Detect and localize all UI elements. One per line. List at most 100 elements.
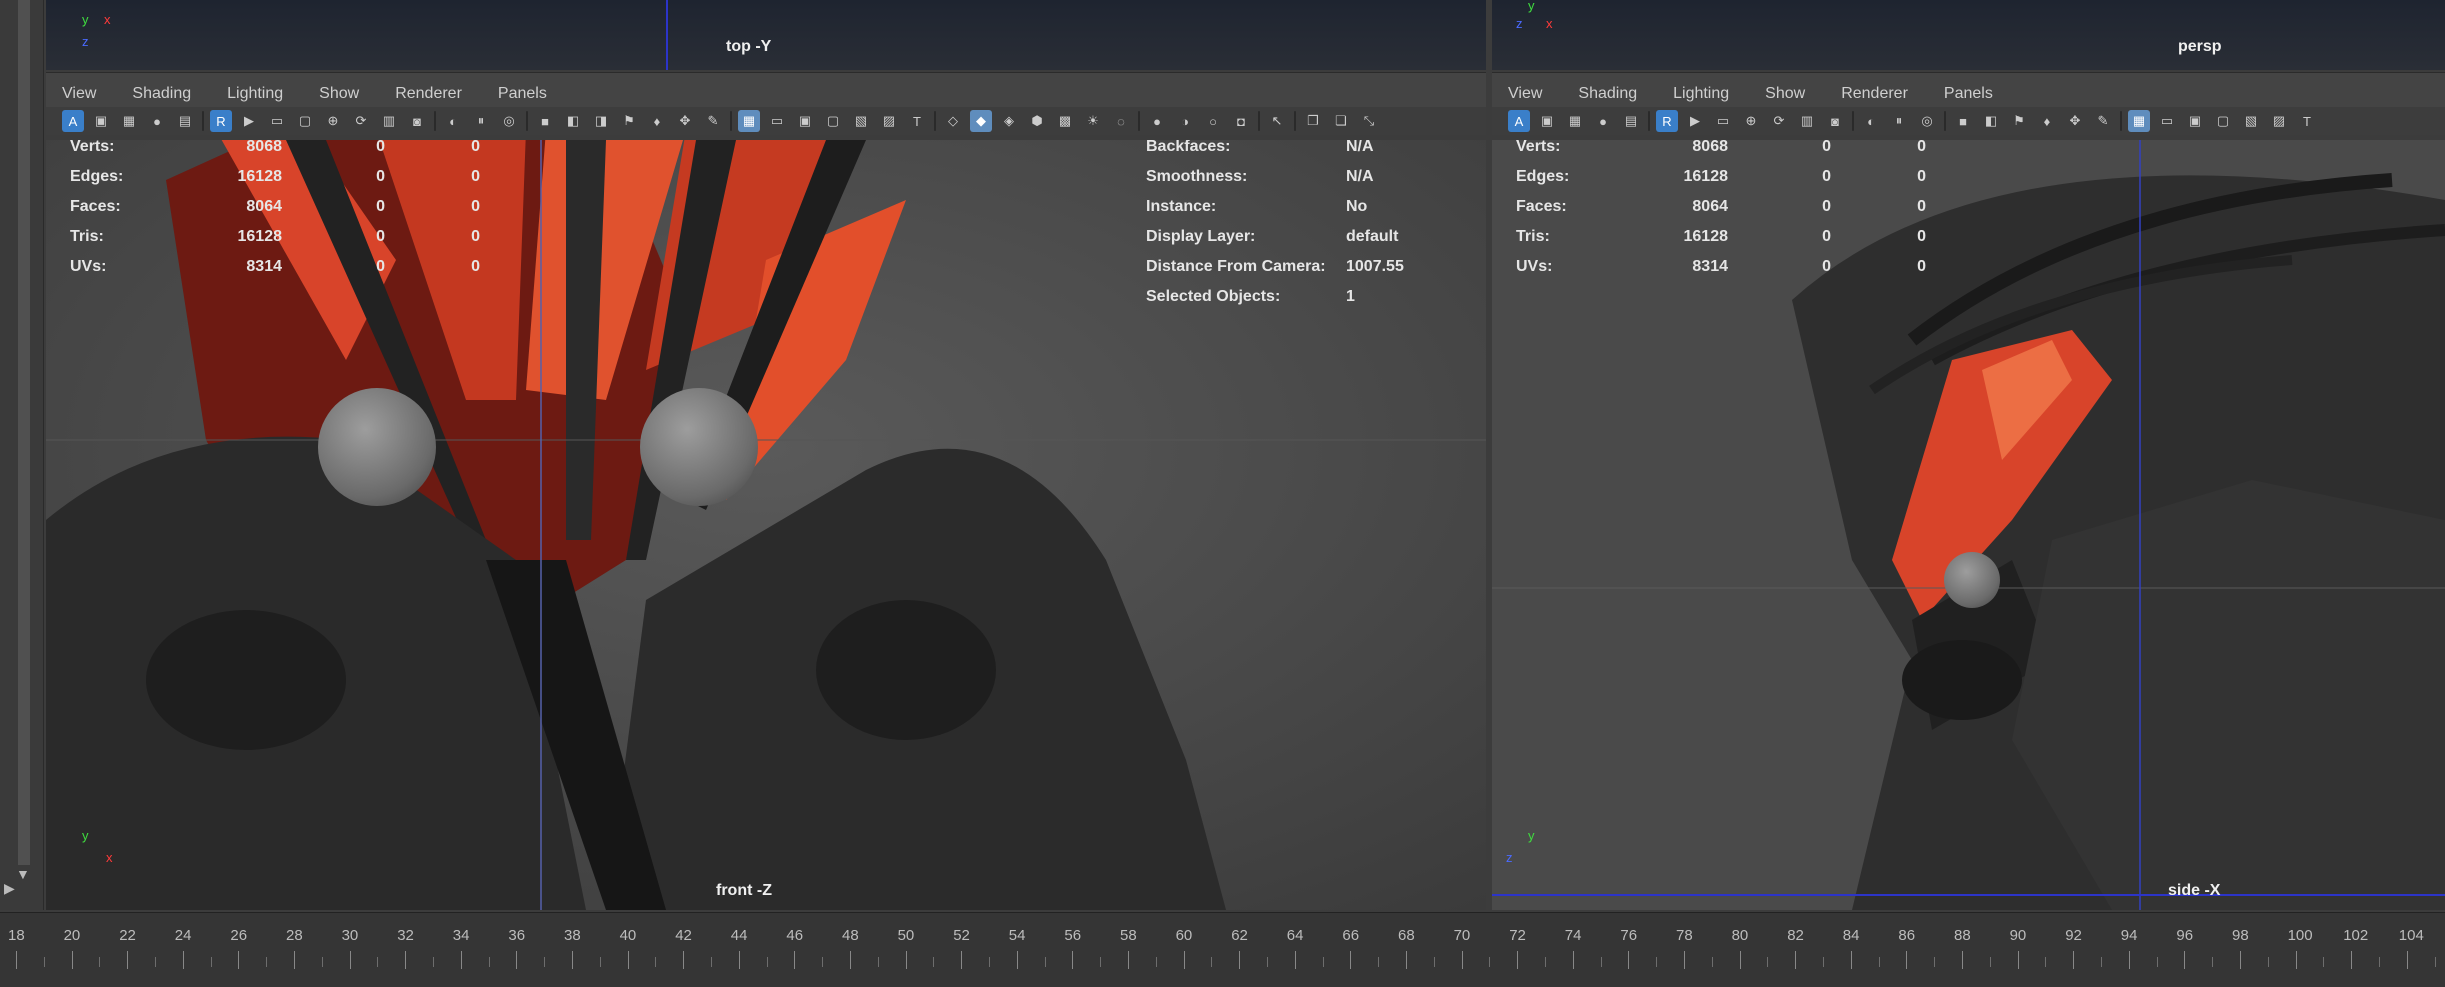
sphere-icon[interactable]: ● [1592, 110, 1614, 132]
safe-action-icon[interactable]: ▨ [2268, 110, 2290, 132]
resolution-gate-icon[interactable]: ▣ [794, 110, 816, 132]
gate-mask-icon[interactable]: ▢ [822, 110, 844, 132]
isolate-icon[interactable]: ◎ [1916, 110, 1938, 132]
menu-shading[interactable]: Shading [132, 85, 191, 103]
gate-mask-icon[interactable]: ▢ [2212, 110, 2234, 132]
gate-icon[interactable]: ▭ [266, 110, 288, 132]
safe-action-icon[interactable]: ▨ [878, 110, 900, 132]
field-chart-icon[interactable]: ▧ [2240, 110, 2262, 132]
film-icon[interactable]: ▤ [1620, 110, 1642, 132]
tool-icon[interactable]: ◐ [442, 110, 464, 132]
menu-show[interactable]: Show [1765, 85, 1805, 103]
video-camera-icon[interactable]: ■ [534, 110, 556, 132]
default-material-icon[interactable]: ◈ [998, 110, 1020, 132]
grease-pencil-icon[interactable]: ✎ [2092, 110, 2114, 132]
menu-show[interactable]: Show [319, 85, 359, 103]
safe-frame-icon[interactable]: ▥ [1796, 110, 1818, 132]
camera-icon[interactable]: ◙ [1824, 110, 1846, 132]
render-icon[interactable]: R [1656, 110, 1678, 132]
resolution-gate-icon[interactable]: ▣ [2184, 110, 2206, 132]
scroll-down-arrow-icon[interactable]: ▼ [16, 866, 30, 882]
ambient-occlusion-icon[interactable]: ● [1146, 110, 1168, 132]
menu-renderer[interactable]: Renderer [395, 85, 462, 103]
bookmark-icon[interactable]: ▦ [1564, 110, 1586, 132]
menu-renderer[interactable]: Renderer [1841, 85, 1908, 103]
grease-pencil-icon[interactable]: ✎ [702, 110, 724, 132]
viewport-front[interactable]: Verts: 8068 0 0 Edges: 16128 0 0 Faces: 8064 0 0 … [46, 140, 1486, 910]
image-plane-icon[interactable]: ♦ [2036, 110, 2058, 132]
tool-icon[interactable]: ◐ [1860, 110, 1882, 132]
menu-view[interactable]: View [1508, 85, 1542, 103]
viewport-top[interactable]: y x z top -Y [46, 0, 1486, 70]
playblast-icon[interactable]: ▶ [238, 110, 260, 132]
xray-icon[interactable]: ❐ [1302, 110, 1324, 132]
vertical-scrollbar[interactable] [18, 0, 30, 865]
gate-icon[interactable]: ▭ [1712, 110, 1734, 132]
lights-icon[interactable]: ☀ [1082, 110, 1104, 132]
menu-panels[interactable]: Panels [1944, 85, 1993, 103]
anti-alias-icon[interactable]: ○ [1202, 110, 1224, 132]
depth-of-field-icon[interactable]: ◘ [1230, 110, 1252, 132]
xray-active-icon[interactable]: ⤡ [1358, 110, 1380, 132]
field-chart-icon[interactable]: ▧ [850, 110, 872, 132]
video-camera-icon[interactable]: ■ [1952, 110, 1974, 132]
wireframe-on-shaded-icon[interactable]: ⬢ [1026, 110, 1048, 132]
textured-icon[interactable]: ▩ [1054, 110, 1076, 132]
target-icon[interactable]: ⊕ [1740, 110, 1762, 132]
isolate-select-icon[interactable]: ↖ [1266, 110, 1288, 132]
grid-icon[interactable]: ▦ [738, 110, 760, 132]
film-gate-icon[interactable]: ▭ [766, 110, 788, 132]
camera-attr-icon[interactable]: ◧ [1980, 110, 2002, 132]
film-icon[interactable]: ▤ [174, 110, 196, 132]
sphere-object[interactable] [1944, 552, 2000, 608]
select-camera-icon[interactable]: A [62, 110, 84, 132]
camera-select-icon[interactable]: ◨ [590, 110, 612, 132]
safe-title-icon[interactable]: T [2296, 110, 2318, 132]
frame-icon[interactable]: ▣ [90, 110, 112, 132]
menu-lighting[interactable]: Lighting [227, 85, 283, 103]
menu-panels[interactable]: Panels [498, 85, 547, 103]
menu-shading[interactable]: Shading [1578, 85, 1637, 103]
rotate-icon[interactable]: ⟳ [1768, 110, 1790, 132]
safe-title-icon[interactable]: T [906, 110, 928, 132]
viewport-side[interactable]: Verts: 8068 0 0 Edges: 16128 0 0 Faces: 8064 0 0 … [1492, 140, 2445, 910]
pause-icon[interactable]: ⏸ [1888, 110, 1910, 132]
safe-frame-icon[interactable]: ▥ [378, 110, 400, 132]
bookmark-flag-icon[interactable]: ⚑ [618, 110, 640, 132]
sphere-object-right[interactable] [640, 388, 758, 506]
wireframe-icon[interactable]: ◇ [942, 110, 964, 132]
smooth-shade-icon[interactable]: ◆ [970, 110, 992, 132]
2d-pan-icon[interactable]: ✥ [2064, 110, 2086, 132]
2d-pan-icon[interactable]: ✥ [674, 110, 696, 132]
xray-joints-icon[interactable]: ❏ [1330, 110, 1352, 132]
frame-icon[interactable]: ▣ [1536, 110, 1558, 132]
select-camera-icon[interactable]: A [1508, 110, 1530, 132]
menu-lighting[interactable]: Lighting [1673, 85, 1729, 103]
menu-view[interactable]: View [62, 85, 96, 103]
motion-blur-icon[interactable]: ◑ [1174, 110, 1196, 132]
grid-icon[interactable]: ▦ [2128, 110, 2150, 132]
bookmark-flag-icon[interactable]: ⚑ [2008, 110, 2030, 132]
snapshot-icon[interactable]: ▢ [294, 110, 316, 132]
sphere-icon[interactable]: ● [146, 110, 168, 132]
time-slider-tick-label: 80 [1731, 927, 1749, 944]
time-slider-tick-label: 96 [2176, 927, 2194, 944]
expand-arrow-icon[interactable]: ▶ [4, 880, 15, 897]
render-icon[interactable]: R [210, 110, 232, 132]
target-icon[interactable]: ⊕ [322, 110, 344, 132]
shadows-icon[interactable]: ◌ [1110, 110, 1132, 132]
camera-attr-icon[interactable]: ◧ [562, 110, 584, 132]
camera-icon[interactable]: ◙ [406, 110, 428, 132]
rotate-icon[interactable]: ⟳ [350, 110, 372, 132]
separator [934, 111, 936, 131]
image-plane-icon[interactable]: ♦ [646, 110, 668, 132]
isolate-icon[interactable]: ◎ [498, 110, 520, 132]
playblast-icon[interactable]: ▶ [1684, 110, 1706, 132]
bookmark-icon[interactable]: ▦ [118, 110, 140, 132]
time-slider-minor-tick [1711, 957, 1713, 967]
sphere-object-left[interactable] [318, 388, 436, 506]
time-slider[interactable]: 18 20 22 24 26 28 30 32 34 36 38 40 42 44 46 48 50 52 54 56… [0, 912, 2445, 987]
viewport-persp[interactable]: y x z persp [1492, 0, 2445, 70]
pause-icon[interactable]: ⏸ [470, 110, 492, 132]
film-gate-icon[interactable]: ▭ [2156, 110, 2178, 132]
